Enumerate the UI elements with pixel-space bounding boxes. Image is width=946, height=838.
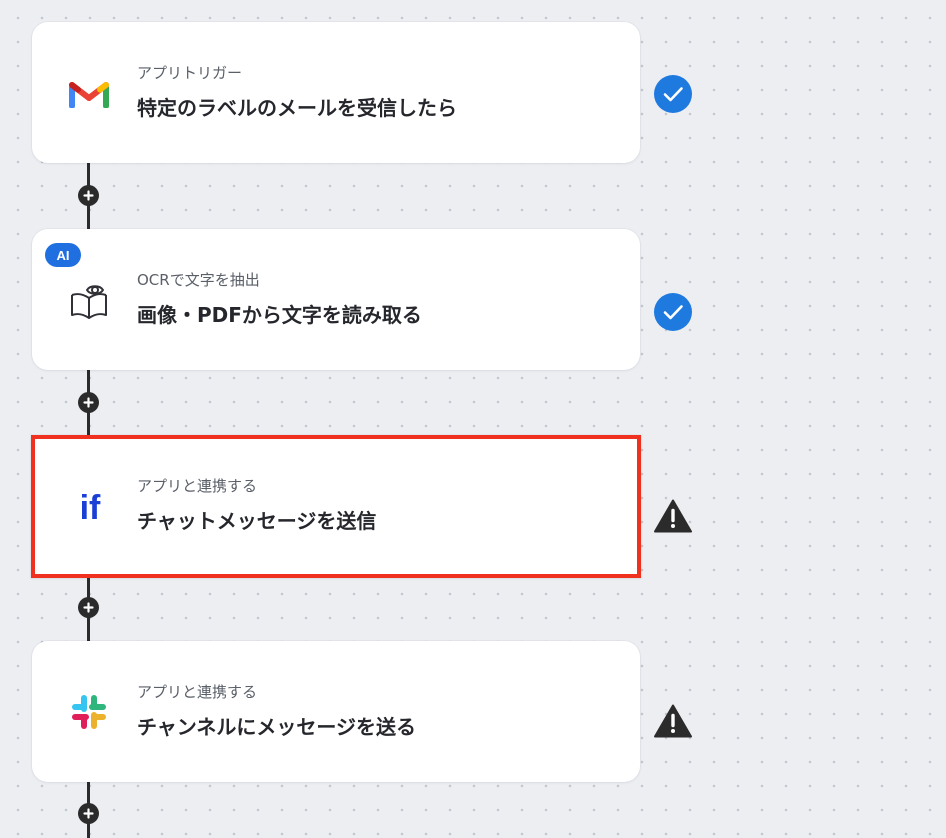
step-title: 特定のラベルのメールを受信したら <box>137 96 457 120</box>
slack-icon <box>68 691 110 733</box>
step-text: アプリトリガー 特定のラベルのメールを受信したら <box>137 64 457 120</box>
flow-canvas: アプリトリガー 特定のラベルのメールを受信したら AI OCRで文字を抽出 画像… <box>0 0 946 838</box>
add-step-button[interactable] <box>78 597 99 618</box>
plus-icon <box>83 397 94 408</box>
step-card-slack[interactable]: アプリと連携する チャンネルにメッセージを送る <box>32 641 640 782</box>
gmail-icon <box>68 72 110 114</box>
if-logo-text: if <box>80 489 101 525</box>
ai-badge: AI <box>45 243 81 267</box>
warning-icon <box>653 496 693 536</box>
step-card-ocr[interactable]: AI OCRで文字を抽出 画像・PDFから文字を読み取る <box>32 229 640 370</box>
ocr-book-eye-icon <box>68 279 110 321</box>
step-subtitle: アプリトリガー <box>137 64 243 82</box>
warning-icon <box>653 701 693 741</box>
add-step-button[interactable] <box>78 185 99 206</box>
step-subtitle: アプリと連携する <box>137 683 258 701</box>
plus-icon <box>83 808 94 819</box>
step-text: OCRで文字を抽出 画像・PDFから文字を読み取る <box>137 271 422 327</box>
step-subtitle: アプリと連携する <box>137 477 258 495</box>
complete-check-icon <box>653 74 693 114</box>
plus-icon <box>83 602 94 613</box>
add-step-button[interactable] <box>78 803 99 824</box>
if-app-icon: if <box>69 486 111 528</box>
step-text: アプリと連携する チャンネルにメッセージを送る <box>137 683 416 739</box>
step-title: チャンネルにメッセージを送る <box>137 715 416 739</box>
step-title: 画像・PDFから文字を読み取る <box>137 303 422 327</box>
step-card-gmail-trigger[interactable]: アプリトリガー 特定のラベルのメールを受信したら <box>32 22 640 163</box>
plus-icon <box>83 190 94 201</box>
step-card-chat-message[interactable]: if アプリと連携する チャットメッセージを送信 <box>31 435 641 578</box>
step-text: アプリと連携する チャットメッセージを送信 <box>137 477 376 533</box>
add-step-button[interactable] <box>78 392 99 413</box>
step-title: チャットメッセージを送信 <box>137 509 377 533</box>
step-subtitle: OCRで文字を抽出 <box>137 271 260 289</box>
complete-check-icon <box>653 292 693 332</box>
